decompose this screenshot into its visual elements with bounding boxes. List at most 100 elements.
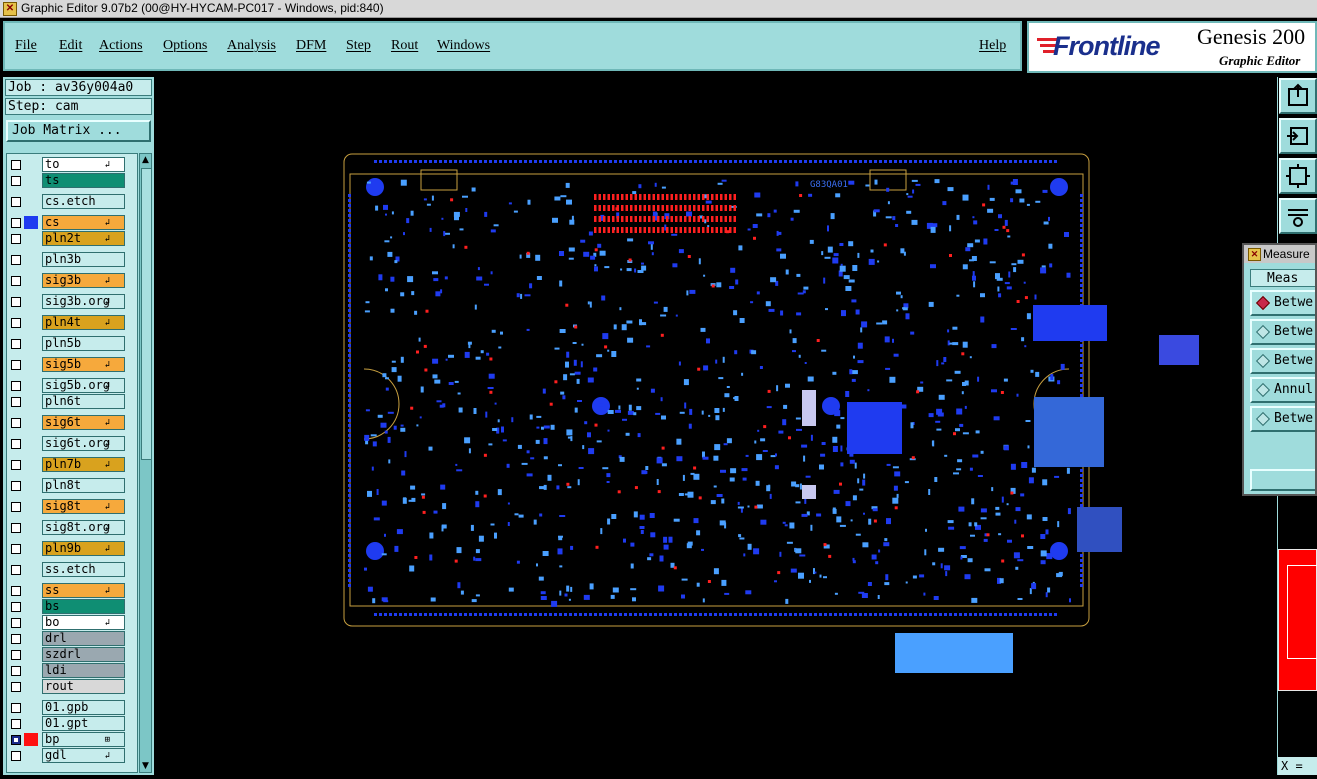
layer-row-01-gpb[interactable]: 01.gpb <box>7 700 137 715</box>
layer-name[interactable]: sig6t ↲ <box>42 415 125 430</box>
layer-checkbox[interactable] <box>11 682 21 692</box>
layer-row-gdl[interactable]: gdl ↲ <box>7 748 137 763</box>
layer-checkbox[interactable] <box>11 565 21 575</box>
layer-name[interactable]: ldi <box>42 663 125 678</box>
layer-row-cs[interactable]: cs ↲ <box>7 215 137 230</box>
layer-name[interactable]: sig5b ↲ <box>42 357 125 372</box>
layer-checkbox[interactable] <box>11 160 21 170</box>
layer-row-pln7b[interactable]: pln7b ↲ <box>7 457 137 472</box>
layer-row-sig3b-org[interactable]: sig3b.org ↲ <box>7 294 137 309</box>
menu-step[interactable]: Step <box>346 38 371 54</box>
layer-checkbox[interactable] <box>11 197 21 207</box>
measure-option-3[interactable]: Betwe <box>1250 348 1315 374</box>
layer-name[interactable]: pln4t ↲ <box>42 315 125 330</box>
layer-name[interactable]: gdl ↲ <box>42 748 125 763</box>
layer-checkbox[interactable] <box>11 318 21 328</box>
layer-checkbox[interactable] <box>11 602 21 612</box>
layer-checkbox[interactable] <box>11 397 21 407</box>
measure-close-icon[interactable]: ✕ <box>1248 248 1261 261</box>
layer-row-drl[interactable]: drl <box>7 631 137 646</box>
job-matrix-button[interactable]: Job Matrix ... <box>6 120 151 142</box>
toolbar-settings-button[interactable] <box>1279 198 1317 234</box>
toolbar-home-button[interactable] <box>1279 78 1317 114</box>
layer-row-sig8t-org[interactable]: sig8t.org ↲ <box>7 520 137 535</box>
layer-checkbox[interactable] <box>11 439 21 449</box>
layer-row-bp[interactable]: bp ⊞ <box>7 732 137 747</box>
layer-checkbox[interactable] <box>11 618 21 628</box>
measure-option-2[interactable]: Betwe <box>1250 319 1315 345</box>
layer-name[interactable]: pln8t <box>42 478 125 493</box>
layer-checkbox[interactable] <box>11 634 21 644</box>
layer-name[interactable]: 01.gpt <box>42 716 125 731</box>
layer-list-scrollbar[interactable]: ▲ ▼ <box>139 153 152 773</box>
layer-row-sig5b[interactable]: sig5b ↲ <box>7 357 137 372</box>
menu-rout[interactable]: Rout <box>391 38 418 54</box>
layer-row-sig6t-org[interactable]: sig6t.org ↲ <box>7 436 137 451</box>
menu-help[interactable]: Help <box>979 38 1006 54</box>
layer-name[interactable]: pln5b <box>42 336 125 351</box>
scroll-up-icon[interactable]: ▲ <box>141 155 150 165</box>
layer-name[interactable]: rout <box>42 679 125 694</box>
layer-row-pln9b[interactable]: pln9b ↲ <box>7 541 137 556</box>
layer-checkbox[interactable] <box>11 523 21 533</box>
layer-checkbox[interactable] <box>11 381 21 391</box>
layer-checkbox[interactable] <box>11 339 21 349</box>
layer-name[interactable]: pln2t ↲ <box>42 231 125 246</box>
layer-checkbox[interactable] <box>11 751 21 761</box>
layer-name[interactable]: sig3b ↲ <box>42 273 125 288</box>
layer-checkbox[interactable] <box>11 735 21 745</box>
layer-row-cs-etch[interactable]: cs.etch <box>7 194 137 209</box>
layer-row-pln5b[interactable]: pln5b <box>7 336 137 351</box>
menu-edit[interactable]: Edit <box>59 38 82 54</box>
layer-checkbox[interactable] <box>11 481 21 491</box>
layer-checkbox[interactable] <box>11 650 21 660</box>
layer-row-bo[interactable]: bo ↲ <box>7 615 137 630</box>
layer-checkbox[interactable] <box>11 460 21 470</box>
layer-row-ss-etch[interactable]: ss.etch <box>7 562 137 577</box>
layer-name[interactable]: sig5b.org ↲ <box>42 378 125 393</box>
menu-windows[interactable]: Windows <box>437 38 490 54</box>
measure-option-4[interactable]: Annul <box>1250 377 1315 403</box>
menu-dfm[interactable]: DFM <box>296 38 326 54</box>
layer-name[interactable]: szdrl <box>42 647 125 662</box>
graphic-canvas[interactable]: G83QA01 <box>157 77 1277 775</box>
layer-checkbox[interactable] <box>11 234 21 244</box>
layer-checkbox[interactable] <box>11 360 21 370</box>
layer-name[interactable]: pln9b ↲ <box>42 541 125 556</box>
layer-row-sig6t[interactable]: sig6t ↲ <box>7 415 137 430</box>
layer-row-pln4t[interactable]: pln4t ↲ <box>7 315 137 330</box>
layer-checkbox[interactable] <box>11 586 21 596</box>
layer-name[interactable]: sig8t.org ↲ <box>42 520 125 535</box>
layer-name[interactable]: sig3b.org ↲ <box>42 294 125 309</box>
layer-checkbox[interactable] <box>11 703 21 713</box>
layer-name[interactable]: cs ↲ <box>42 215 125 230</box>
menu-options[interactable]: Options <box>163 38 207 54</box>
layer-checkbox[interactable] <box>11 418 21 428</box>
toolbar-fit-button[interactable] <box>1279 158 1317 194</box>
layer-row-szdrl[interactable]: szdrl <box>7 647 137 662</box>
layer-name[interactable]: sig6t.org ↲ <box>42 436 125 451</box>
menu-analysis[interactable]: Analysis <box>227 38 276 54</box>
layer-name[interactable]: ss ↲ <box>42 583 125 598</box>
layer-row-pln6t[interactable]: pln6t <box>7 394 137 409</box>
layer-checkbox[interactable] <box>11 297 21 307</box>
layer-checkbox[interactable] <box>11 544 21 554</box>
layer-name[interactable]: drl <box>42 631 125 646</box>
measure-action-button[interactable] <box>1250 469 1315 491</box>
layer-name[interactable]: cs.etch <box>42 194 125 209</box>
layer-checkbox[interactable] <box>11 176 21 186</box>
measure-option-5[interactable]: Betwe <box>1250 406 1315 432</box>
layer-name[interactable]: bs <box>42 599 125 614</box>
layer-name[interactable]: sig8t ↲ <box>42 499 125 514</box>
layer-row-ldi[interactable]: ldi <box>7 663 137 678</box>
layer-row-ts[interactable]: ts <box>7 173 137 188</box>
layer-checkbox[interactable] <box>11 719 21 729</box>
layer-checkbox[interactable] <box>11 276 21 286</box>
layer-name[interactable]: to ↲ <box>42 157 125 172</box>
layer-row-pln2t[interactable]: pln2t ↲ <box>7 231 137 246</box>
pcb-board-view[interactable]: G83QA01 <box>157 77 1277 775</box>
scrollbar-thumb[interactable] <box>141 168 152 460</box>
layer-name[interactable]: 01.gpb <box>42 700 125 715</box>
menu-file[interactable]: File <box>15 38 37 54</box>
layer-name[interactable]: pln3b <box>42 252 125 267</box>
